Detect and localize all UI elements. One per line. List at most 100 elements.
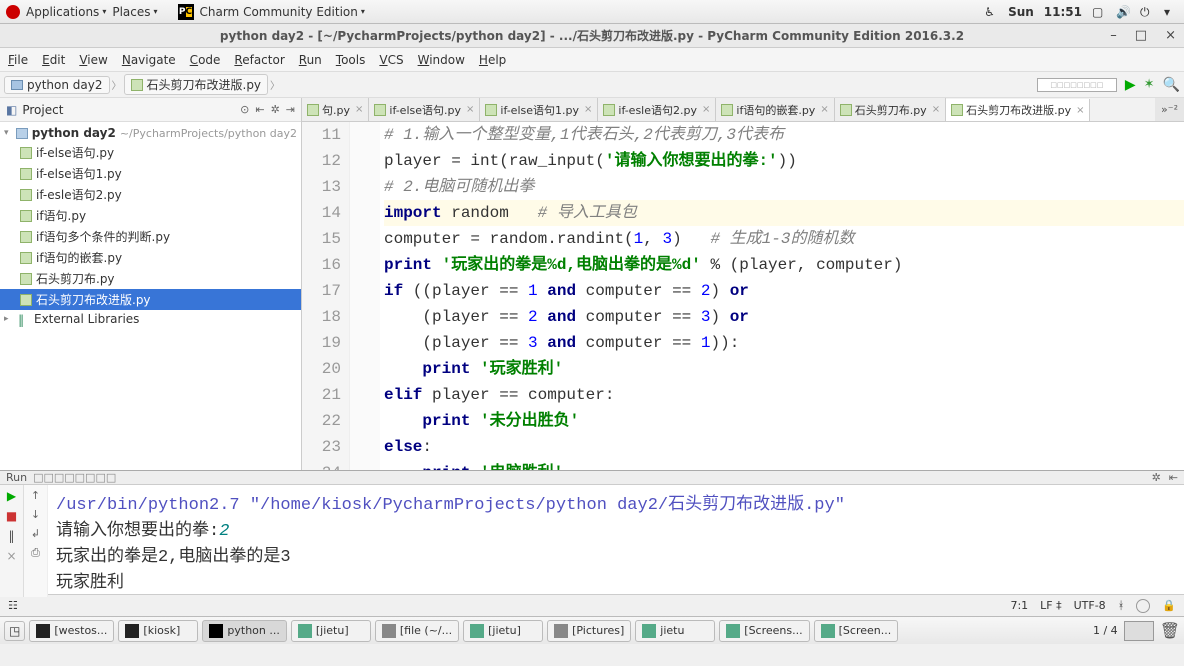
clock-time[interactable]: 11:51 (1044, 5, 1082, 19)
menu-tools[interactable]: Tools (336, 53, 366, 67)
taskbar-button[interactable]: python ... (202, 620, 286, 642)
status-line-ending[interactable]: LF ‡ (1040, 599, 1061, 612)
project-file[interactable]: if语句的嵌套.py (0, 247, 301, 268)
applications-menu[interactable]: Applications▾ (26, 5, 106, 19)
menu-vcs[interactable]: VCS (379, 53, 403, 67)
workspace-pager[interactable] (1124, 621, 1154, 641)
window-close[interactable]: × (1165, 28, 1176, 43)
rerun-button[interactable]: ▶ (7, 489, 16, 503)
gutter-extra (350, 122, 380, 470)
project-root[interactable]: ▾python day2 ~/PycharmProjects/python da… (0, 124, 301, 142)
menu-window[interactable]: Window (418, 53, 465, 67)
display-icon[interactable]: ▢ (1092, 5, 1106, 19)
window-maximize[interactable]: □ (1135, 28, 1147, 43)
taskbar-button[interactable]: [file (~/... (375, 620, 459, 642)
workspace-indicator[interactable]: 1 / 4 (1093, 624, 1118, 637)
close-tab-icon[interactable]: × (582, 104, 592, 115)
volume-icon[interactable]: 🔊 (1116, 5, 1130, 19)
editor-tab[interactable]: if-else语句.py× (369, 98, 480, 121)
debug-button[interactable]: ✶ (1144, 77, 1155, 92)
taskbar-button[interactable]: [Screen... (814, 620, 899, 642)
tabs-overflow[interactable]: »⁻² (1155, 98, 1184, 121)
external-libraries[interactable]: ▸External Libraries (0, 310, 301, 328)
trash-icon[interactable]: 🗑 (1160, 621, 1180, 640)
code-lines[interactable]: # 1.输入一个整型变量,1代表石头,2代表剪刀,3代表布player = in… (380, 122, 1184, 470)
editor-tab[interactable]: if-else语句1.py× (480, 98, 598, 121)
project-file[interactable]: if-else语句1.py (0, 163, 301, 184)
taskbar-button[interactable]: [jietu] (463, 620, 543, 642)
topbar-app-title[interactable]: Charm Community Edition▾ (200, 5, 365, 19)
menu-edit[interactable]: Edit (42, 53, 65, 67)
status-position[interactable]: 7:1 (1010, 599, 1028, 612)
close-run-button[interactable]: × (6, 549, 16, 563)
status-encoding[interactable]: UTF-8 (1074, 599, 1106, 612)
run-button[interactable]: ▶ (1125, 77, 1136, 93)
taskbar-button[interactable]: jietu (635, 620, 715, 642)
places-menu[interactable]: Places▾ (112, 5, 157, 19)
editor-tab[interactable]: if-esle语句2.py× (598, 98, 716, 121)
lock-icon[interactable]: 🔒 (1162, 599, 1176, 612)
project-file[interactable]: 石头剪刀布.py (0, 268, 301, 289)
run-header-label[interactable]: Run (6, 471, 27, 484)
breadcrumb-root[interactable]: python day2 (4, 76, 110, 94)
project-header-title[interactable]: Project (22, 103, 63, 117)
gear-icon[interactable]: ✲ (271, 103, 280, 116)
menu-file[interactable]: File (8, 53, 28, 67)
pin-icon[interactable]: ⇤ (1169, 471, 1178, 484)
project-file[interactable]: if语句.py (0, 205, 301, 226)
menu-navigate[interactable]: Navigate (122, 53, 176, 67)
taskbar-button[interactable]: [jietu] (291, 620, 371, 642)
content: ◧ Project ⊙ ⇤ ✲ ⇥ ▾python day2 ~/Pycharm… (0, 98, 1184, 470)
close-tab-icon[interactable]: × (818, 104, 828, 115)
close-tab-icon[interactable]: × (1074, 105, 1084, 116)
window-minimize[interactable]: – (1110, 28, 1117, 43)
user-menu-icon[interactable]: ▾ (1164, 5, 1178, 19)
hector-icon[interactable] (1136, 599, 1150, 613)
run-config-selector[interactable]: □□□□□□□□ (1037, 78, 1117, 92)
menu-code[interactable]: Code (190, 53, 221, 67)
menu-view[interactable]: View (79, 53, 107, 67)
close-tab-icon[interactable]: × (930, 104, 940, 115)
taskbar-button[interactable]: [Pictures] (547, 620, 631, 642)
status-left-icon[interactable]: ☷ (8, 599, 18, 612)
pause-button[interactable]: ‖ (9, 529, 15, 543)
hide-tool-window-icon[interactable]: ⇥ (286, 103, 295, 116)
down-stack-icon[interactable]: ↓ (31, 508, 40, 521)
close-tab-icon[interactable]: × (700, 104, 710, 115)
scroll-from-source-icon[interactable]: ⊙ (240, 103, 249, 116)
collapse-all-icon[interactable]: ⇤ (255, 103, 264, 116)
editor-tab[interactable]: 石头剪刀布.py× (835, 98, 946, 121)
clock-day[interactable]: Sun (1008, 5, 1034, 19)
taskbar-button[interactable]: [westos... (29, 620, 114, 642)
menu-help[interactable]: Help (479, 53, 506, 67)
run-header: Run □□□□□□□□ ✲ ⇤ (0, 471, 1184, 485)
console-output[interactable]: /usr/bin/python2.7 "/home/kiosk/PycharmP… (48, 485, 1184, 597)
close-tab-icon[interactable]: × (464, 104, 474, 115)
taskbar-button[interactable]: [kiosk] (118, 620, 198, 642)
breadcrumb-file[interactable]: 石头剪刀布改进版.py (124, 74, 269, 95)
git-branch-icon[interactable]: ᚼ (1118, 599, 1125, 612)
editor-tab[interactable]: 石头剪刀布改进版.py× (946, 99, 1090, 122)
search-everywhere-icon[interactable]: 🔍 (1163, 77, 1180, 93)
stop-button[interactable]: ■ (6, 509, 17, 523)
menu-run[interactable]: Run (299, 53, 322, 67)
project-file[interactable]: if-else语句.py (0, 142, 301, 163)
close-tab-icon[interactable]: × (353, 104, 363, 115)
show-desktop-icon[interactable]: ◳ (4, 621, 25, 641)
pycharm-icon: PC (178, 4, 194, 20)
menu-refactor[interactable]: Refactor (234, 53, 284, 67)
project-file[interactable]: 石头剪刀布改进版.py (0, 289, 301, 310)
project-file[interactable]: if语句多个条件的判断.py (0, 226, 301, 247)
print-icon[interactable]: ⎙ (31, 546, 40, 560)
taskbar-button[interactable]: [Screens... (719, 620, 809, 642)
accessibility-icon[interactable]: ♿ (984, 5, 998, 19)
code-area[interactable]: 1112131415161718192021222324 # 1.输入一个整型变… (302, 122, 1184, 470)
editor-tab[interactable]: if语句的嵌套.py× (716, 98, 834, 121)
soft-wrap-icon[interactable]: ↲ (31, 527, 40, 540)
project-file[interactable]: if-esle语句2.py (0, 184, 301, 205)
power-icon[interactable]: ⏻ (1140, 5, 1154, 19)
gear-icon[interactable]: ✲ (1152, 471, 1161, 484)
project-tree[interactable]: ▾python day2 ~/PycharmProjects/python da… (0, 122, 301, 470)
up-stack-icon[interactable]: ↑ (31, 489, 40, 502)
editor-tab[interactable]: 句.py× (302, 98, 369, 121)
